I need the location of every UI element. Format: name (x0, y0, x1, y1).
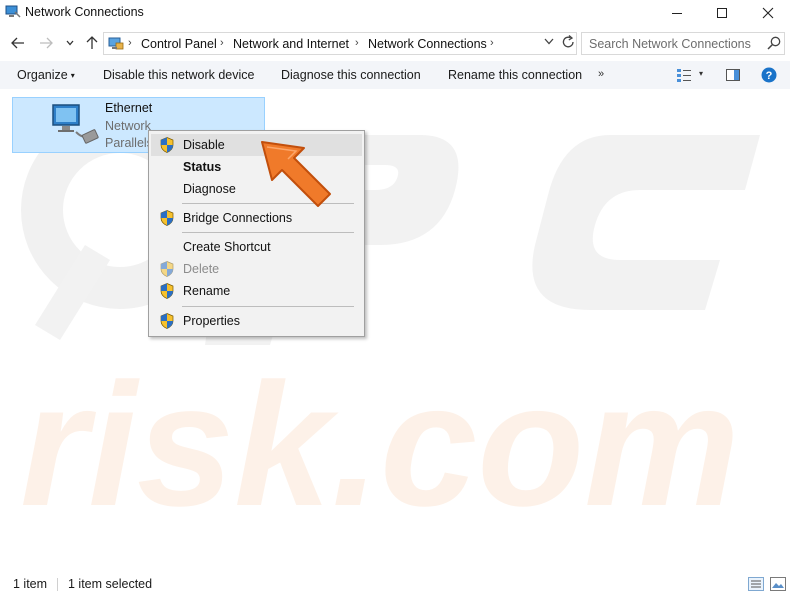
breadcrumb-network-and-internet[interactable]: Network and Internet (233, 37, 349, 51)
uac-shield-icon (160, 137, 174, 153)
arrow-right-icon (40, 37, 53, 49)
breadcrumb-separator-icon[interactable]: › (355, 37, 359, 49)
organize-label: Organize (17, 68, 68, 82)
connection-name: Ethernet (105, 101, 153, 115)
address-bar[interactable]: › Control Panel › Network and Internet ›… (103, 32, 577, 55)
search-icon[interactable] (767, 36, 781, 50)
network-connections-icon (5, 5, 21, 18)
navigation-bar: › Control Panel › Network and Internet ›… (0, 30, 790, 56)
large-icons-view-button[interactable] (770, 577, 786, 594)
control-panel-icon (108, 37, 124, 50)
details-view-button[interactable] (748, 577, 764, 594)
connection-device: Parallels (105, 136, 153, 150)
menu-item-label: Create Shortcut (183, 240, 271, 254)
maximize-button[interactable] (700, 0, 744, 26)
menu-item-label: Rename (183, 284, 231, 298)
close-icon (762, 7, 774, 19)
menu-item-label: Diagnose (183, 182, 236, 196)
command-bar: Organize ▾ Disable this network device Di… (0, 61, 790, 89)
menu-item-properties[interactable]: Properties (151, 310, 362, 332)
large-icons-icon (770, 577, 786, 591)
pointer-arrow-icon (261, 141, 331, 207)
change-view-button[interactable] (676, 67, 692, 86)
uac-shield-icon (160, 210, 174, 226)
search-input[interactable] (582, 33, 762, 54)
breadcrumb-separator-icon[interactable]: › (220, 37, 224, 49)
menu-item-label: Disable (183, 138, 225, 152)
svg-text:risk.com: risk.com (20, 348, 740, 543)
breadcrumb-network-connections[interactable]: Network Connections (368, 37, 487, 51)
recent-locations-button[interactable] (60, 33, 80, 53)
uac-shield-icon (160, 261, 174, 277)
back-button[interactable] (8, 33, 28, 53)
connection-status: Network (105, 119, 151, 133)
minimize-icon (672, 13, 682, 14)
pcrisk-watermark: risk.com (20, 111, 760, 543)
disable-device-button[interactable]: Disable this network device (103, 68, 254, 82)
item-count: 1 item (13, 577, 48, 591)
preview-pane-button[interactable] (725, 67, 741, 86)
uac-shield-icon (160, 283, 174, 299)
menu-item-rename[interactable]: Rename (151, 280, 362, 302)
breadcrumb-control-panel[interactable]: Control Panel (141, 37, 217, 51)
breadcrumb-separator-icon[interactable]: › (128, 37, 132, 49)
refresh-button[interactable] (562, 35, 575, 52)
title-bar: Network Connections (0, 0, 790, 26)
maximize-icon (717, 8, 727, 18)
details-view-icon (677, 69, 691, 82)
selection-count: 1 item selected (68, 577, 153, 591)
status-separator (57, 578, 58, 591)
more-commands-button[interactable]: » (598, 68, 604, 80)
uac-shield-icon (160, 313, 174, 329)
menu-item-create-shortcut[interactable]: Create Shortcut (151, 236, 362, 258)
address-history-button[interactable] (544, 36, 554, 48)
rename-connection-button[interactable]: Rename this connection (448, 68, 582, 82)
up-button[interactable] (82, 33, 102, 53)
chevron-down-icon (66, 40, 74, 46)
menu-separator (182, 306, 354, 307)
arrow-left-icon (11, 37, 24, 49)
chevron-down-icon (544, 38, 554, 45)
close-button[interactable] (746, 0, 790, 26)
caret-down-icon: ▾ (70, 71, 75, 80)
arrow-up-icon (86, 36, 98, 49)
menu-item-delete: Delete (151, 258, 362, 280)
diagnose-connection-button[interactable]: Diagnose this connection (281, 68, 421, 82)
view-options-caret-icon[interactable]: ▾ (699, 69, 703, 78)
search-box[interactable] (581, 32, 785, 55)
preview-pane-icon (726, 69, 740, 81)
menu-item-label: Properties (183, 314, 240, 328)
minimize-button[interactable] (655, 0, 699, 26)
menu-item-label: Status (183, 160, 222, 174)
window-title: Network Connections (25, 5, 144, 19)
menu-separator (182, 232, 354, 233)
svg-text:?: ? (766, 70, 773, 82)
menu-item-label: Delete (183, 262, 220, 276)
details-list-icon (748, 577, 764, 591)
status-bar: 1 item 1 item selected (0, 574, 790, 594)
forward-button[interactable] (36, 33, 56, 53)
breadcrumb-separator-icon[interactable]: › (490, 37, 494, 49)
help-icon: ? (761, 67, 777, 83)
help-button[interactable]: ? (761, 67, 777, 86)
refresh-icon (562, 35, 574, 48)
organize-menu[interactable]: Organize ▾ (17, 68, 75, 82)
network-adapter-icon (52, 104, 99, 144)
